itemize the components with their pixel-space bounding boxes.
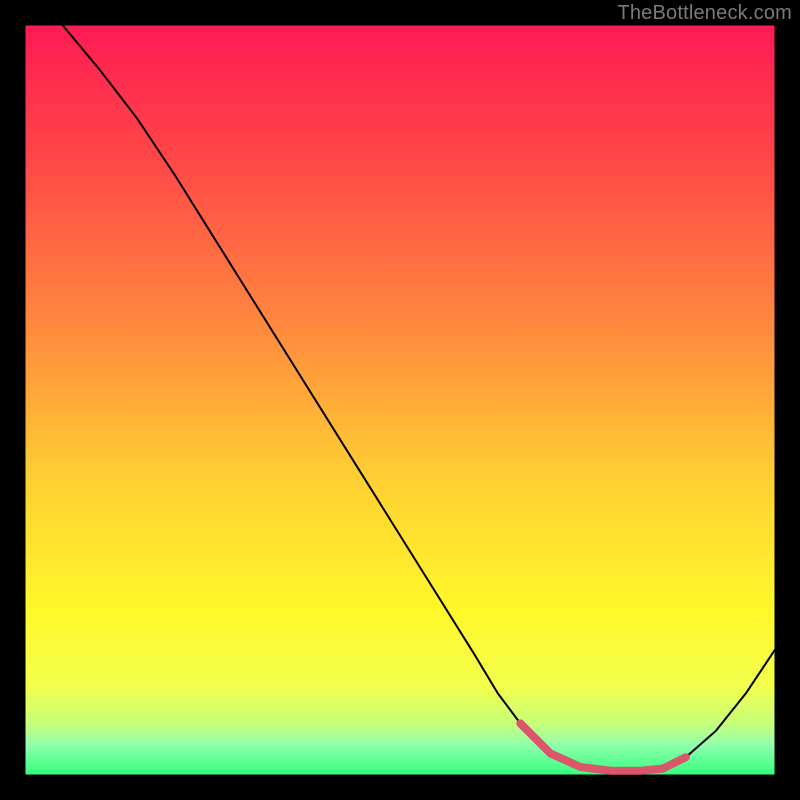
watermark-text: TheBottleneck.com [617,2,792,25]
chart-stage: TheBottleneck.com [0,0,800,800]
bottleneck-chart [24,24,776,776]
plot-background [24,24,776,776]
